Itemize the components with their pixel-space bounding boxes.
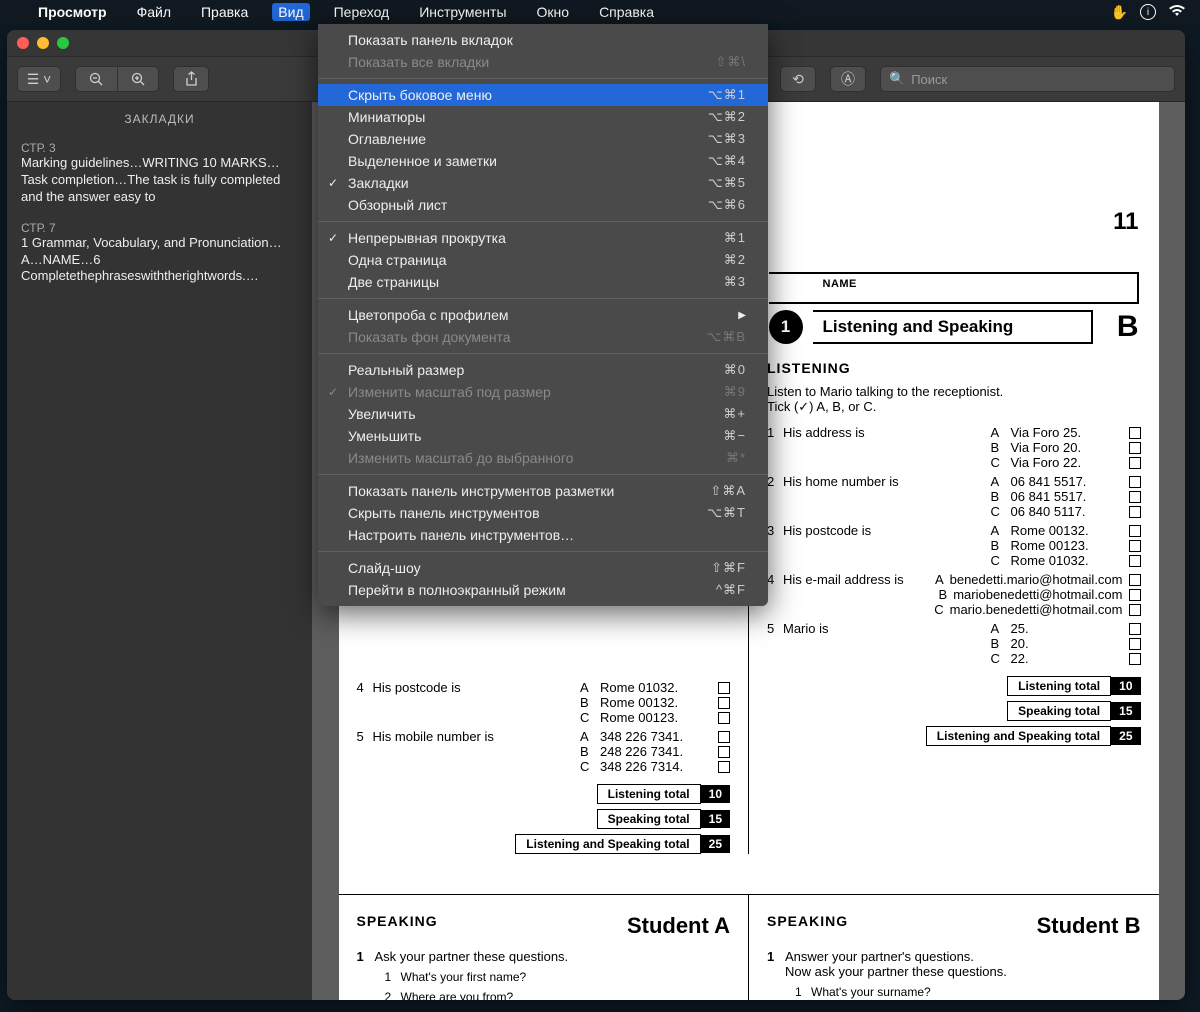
unit-title: Listening and Speaking <box>813 310 1093 344</box>
menu-item[interactable]: Уменьшить⌘− <box>318 425 768 447</box>
wifi-icon[interactable] <box>1168 4 1186 20</box>
speaking-column-b: Student B SPEAKING 1Answer your partner'… <box>748 895 1159 1000</box>
listening-column-b: LISTENINGListen to Mario talking to the … <box>748 360 1159 854</box>
menu-item: Изменить масштаб до выбранного⌘* <box>318 447 768 469</box>
menu-item[interactable]: Перейти в полноэкранный режим^⌘F <box>318 579 768 601</box>
menu-item: Показать все вкладки⇧⌘\ <box>318 51 768 73</box>
menu-file[interactable]: Файл <box>131 3 177 21</box>
menu-item[interactable]: Увеличить⌘+ <box>318 403 768 425</box>
menu-help[interactable]: Справка <box>593 3 660 21</box>
sidebar-header: ЗАКЛАДКИ <box>7 102 312 136</box>
student-label: Student A <box>627 913 730 939</box>
view-menu-dropdown: Показать панель вкладокПоказать все вкла… <box>318 24 768 606</box>
menu-item[interactable]: Выделенное и заметки⌥⌘4 <box>318 150 768 172</box>
name-label: NAME <box>823 278 857 290</box>
page-number-right: 11 <box>1113 208 1138 236</box>
zoom-out-button[interactable] <box>75 66 117 92</box>
close-button[interactable] <box>17 37 29 49</box>
test-variant: B <box>1117 310 1139 344</box>
menu-item[interactable]: ✓Непрерывная прокрутка⌘1 <box>318 227 768 249</box>
menu-item[interactable]: Скрыть панель инструментов⌥⌘T <box>318 502 768 524</box>
share-button[interactable] <box>173 66 209 92</box>
menu-item[interactable]: Оглавление⌥⌘3 <box>318 128 768 150</box>
hand-icon[interactable]: ✋ <box>1111 4 1128 21</box>
menu-item[interactable]: Реальный размер⌘0 <box>318 359 768 381</box>
menu-item[interactable]: Показать панель вкладок <box>318 29 768 51</box>
menu-window[interactable]: Окно <box>531 3 576 21</box>
menu-go[interactable]: Переход <box>328 3 396 21</box>
menu-item[interactable]: Настроить панель инструментов… <box>318 524 768 546</box>
menu-tools[interactable]: Инструменты <box>413 3 512 21</box>
menu-edit[interactable]: Правка <box>195 3 254 21</box>
system-menubar: Просмотр Файл Правка Вид Переход Инструм… <box>0 0 1200 24</box>
accessibility-icon[interactable]: i <box>1140 4 1156 20</box>
bookmarks-sidebar: ЗАКЛАДКИ СТР. 3 Marking guidelines…WRITI… <box>7 102 312 1000</box>
bookmark-item[interactable]: СТР. 3 Marking guidelines…WRITING 10 MAR… <box>7 136 312 216</box>
menu-view[interactable]: Вид <box>272 3 309 21</box>
unit-badge: 1 <box>769 310 803 344</box>
minimize-button[interactable] <box>37 37 49 49</box>
bookmark-item[interactable]: СТР. 7 1 Grammar, Vocabulary, and Pronun… <box>7 216 312 296</box>
student-label: Student B <box>1037 913 1141 939</box>
markup-button[interactable]: Ⓐ <box>830 66 866 92</box>
menu-item[interactable]: Одна страница⌘2 <box>318 249 768 271</box>
menu-item[interactable]: Цветопроба с профилем▶ <box>318 304 768 326</box>
menu-item[interactable]: Две страницы⌘3 <box>318 271 768 293</box>
menu-item: Показать фон документа⌥⌘B <box>318 326 768 348</box>
app-menu[interactable]: Просмотр <box>32 3 113 21</box>
zoom-in-button[interactable] <box>117 66 159 92</box>
zoom-group <box>75 66 159 92</box>
search-placeholder: Поиск <box>911 72 947 87</box>
menu-item[interactable]: Миниатюры⌥⌘2 <box>318 106 768 128</box>
search-icon: 🔍 <box>889 71 905 87</box>
menu-item[interactable]: Скрыть боковое меню⌥⌘1 <box>318 84 768 106</box>
menu-item[interactable]: Обзорный лист⌥⌘6 <box>318 194 768 216</box>
zoom-button[interactable] <box>57 37 69 49</box>
sidebar-mode-button[interactable]: ☰ ˅ <box>17 66 61 92</box>
menu-item: ✓Изменить масштаб под размер⌘9 <box>318 381 768 403</box>
search-input[interactable]: 🔍 Поиск <box>880 66 1175 92</box>
menu-item[interactable]: ✓Закладки⌥⌘5 <box>318 172 768 194</box>
menu-item[interactable]: Показать панель инструментов разметки⇧⌘A <box>318 480 768 502</box>
menu-item[interactable]: Слайд-шоу⇧⌘F <box>318 557 768 579</box>
speaking-column-a: Student A SPEAKING 1Ask your partner the… <box>339 895 749 1000</box>
rotate-button[interactable]: ⟲ <box>780 66 816 92</box>
